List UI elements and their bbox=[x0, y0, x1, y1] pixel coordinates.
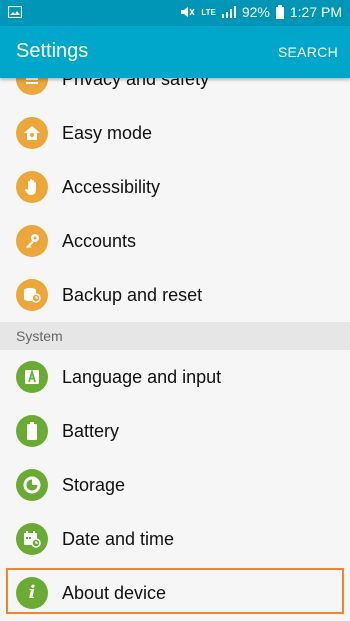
settings-item-label: Accounts bbox=[62, 231, 137, 251]
settings-item-storage[interactable]: Storage bbox=[0, 458, 350, 512]
hand-icon bbox=[16, 171, 48, 203]
home-icon bbox=[16, 117, 48, 149]
backup-icon bbox=[16, 279, 48, 311]
settings-item-label: Language and input bbox=[62, 367, 222, 387]
settings-item-label: Date and time bbox=[62, 529, 175, 549]
section-header-system: System bbox=[0, 322, 350, 350]
calendar-icon bbox=[16, 523, 48, 555]
settings-item-label: About device bbox=[62, 583, 167, 603]
settings-item-label: Backup and reset bbox=[62, 285, 203, 305]
settings-item-backup[interactable]: Backup and reset bbox=[0, 268, 350, 322]
settings-item-battery[interactable]: Battery bbox=[0, 404, 350, 458]
settings-item-language[interactable]: Language and input bbox=[0, 350, 350, 404]
settings-item-label: Battery bbox=[62, 421, 120, 441]
search-button[interactable]: SEARCH bbox=[278, 44, 338, 60]
battery-icon bbox=[16, 415, 48, 447]
language-icon bbox=[16, 361, 48, 393]
settings-item-accessibility[interactable]: Accessibility bbox=[0, 160, 350, 214]
settings-item-label: Storage bbox=[62, 475, 126, 495]
settings-item-date-time[interactable]: Date and time bbox=[0, 512, 350, 566]
settings-item-accounts[interactable]: Accounts bbox=[0, 214, 350, 268]
settings-item-about-device[interactable]: i About device bbox=[0, 566, 350, 620]
app-bar: Settings SEARCH bbox=[0, 26, 350, 78]
settings-list: Privacy and safety Easy mode Accessibili… bbox=[0, 0, 350, 621]
section-header-label: System bbox=[16, 328, 63, 344]
info-icon: i bbox=[16, 577, 48, 609]
settings-item-easy-mode[interactable]: Easy mode bbox=[0, 106, 350, 160]
storage-icon bbox=[16, 469, 48, 501]
settings-item-label: Easy mode bbox=[62, 123, 153, 143]
settings-item-label: Accessibility bbox=[62, 177, 161, 197]
key-icon bbox=[16, 225, 48, 257]
page-title: Settings bbox=[16, 40, 89, 62]
